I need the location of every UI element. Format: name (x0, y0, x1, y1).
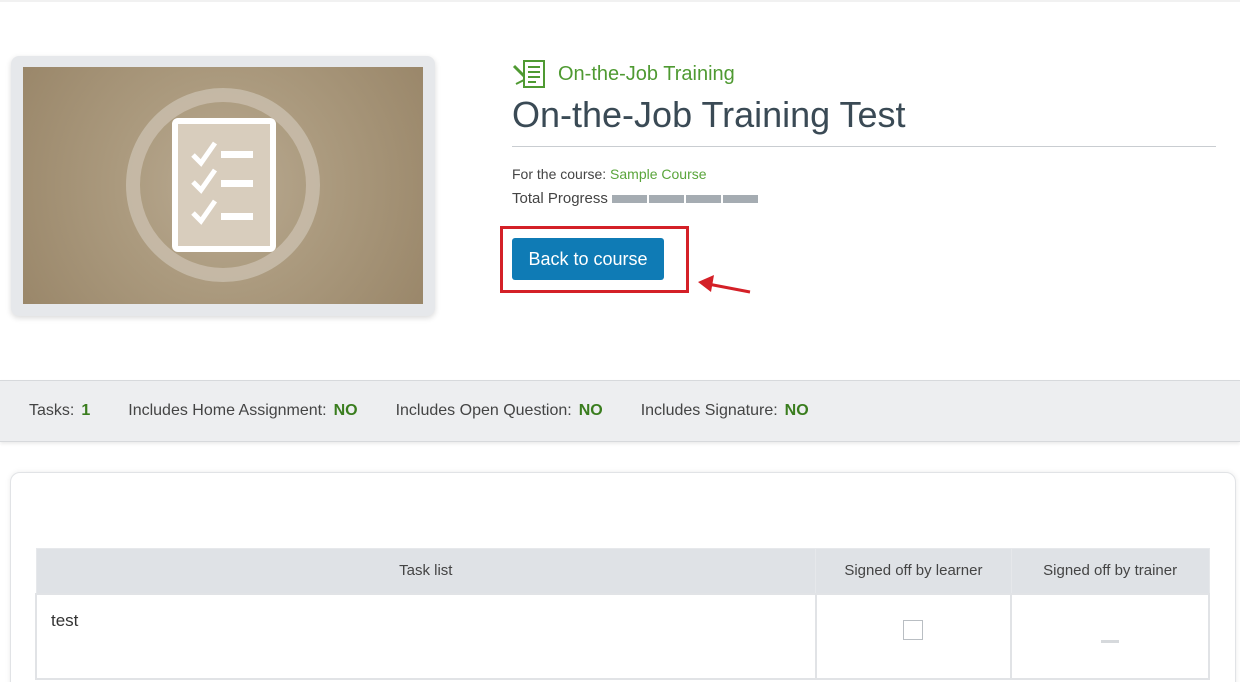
stats-bar: Tasks: 1 Includes Home Assignment: NO Incl… (0, 380, 1240, 442)
top-strip (0, 0, 1240, 2)
thumbnail-image (23, 67, 423, 304)
learner-signoff-cell (814, 592, 1013, 680)
stat-open-question: Includes Open Question: NO (395, 402, 603, 419)
table-header-row: Task list Signed off by learner Signed o… (35, 548, 1210, 594)
progress-segment (611, 194, 647, 203)
header-trainer-signoff: Signed off by trainer (1010, 548, 1210, 594)
stat-tasks: Tasks: 1 (29, 402, 91, 419)
progress-segment (722, 194, 758, 203)
task-name[interactable]: test (37, 595, 815, 631)
trainer-signoff-cell (1010, 592, 1210, 680)
thumbnail-card (11, 56, 435, 316)
ojt-document-icon (512, 60, 545, 88)
header-task-list: Task list (35, 548, 817, 594)
trainer-signoff-dash (1101, 639, 1120, 643)
progress-bar (611, 194, 760, 203)
training-type-label: On-the-Job Training (558, 62, 735, 85)
course-link[interactable]: Sample Course (610, 166, 707, 182)
checklist-icon (126, 88, 320, 282)
title-divider (512, 146, 1216, 147)
stat-home-assignment: Includes Home Assignment: NO (128, 402, 358, 419)
progress-segment (648, 194, 684, 203)
training-type-row: On-the-Job Training (512, 58, 1216, 90)
task-table: Task list Signed off by learner Signed o… (35, 548, 1210, 680)
back-to-course-button[interactable]: Back to course (512, 238, 664, 280)
course-prefix: For the course: (512, 166, 611, 182)
learner-signoff-checkbox[interactable] (903, 619, 924, 640)
total-progress: Total Progress (512, 190, 1012, 207)
table-row: test (35, 592, 1210, 680)
red-arrow-icon (698, 275, 751, 294)
header: On-the-Job Training On-the-Job Training … (512, 58, 1216, 147)
progress-label: Total Progress (512, 190, 608, 207)
stat-signature: Includes Signature: NO (640, 402, 809, 419)
course-meta: For the course: Sample Course Total Prog… (512, 166, 1012, 207)
task-cell: test (35, 592, 817, 680)
progress-segment (685, 194, 721, 203)
header-learner-signoff: Signed off by learner (815, 548, 1012, 594)
page-title: On-the-Job Training Test (512, 94, 906, 135)
